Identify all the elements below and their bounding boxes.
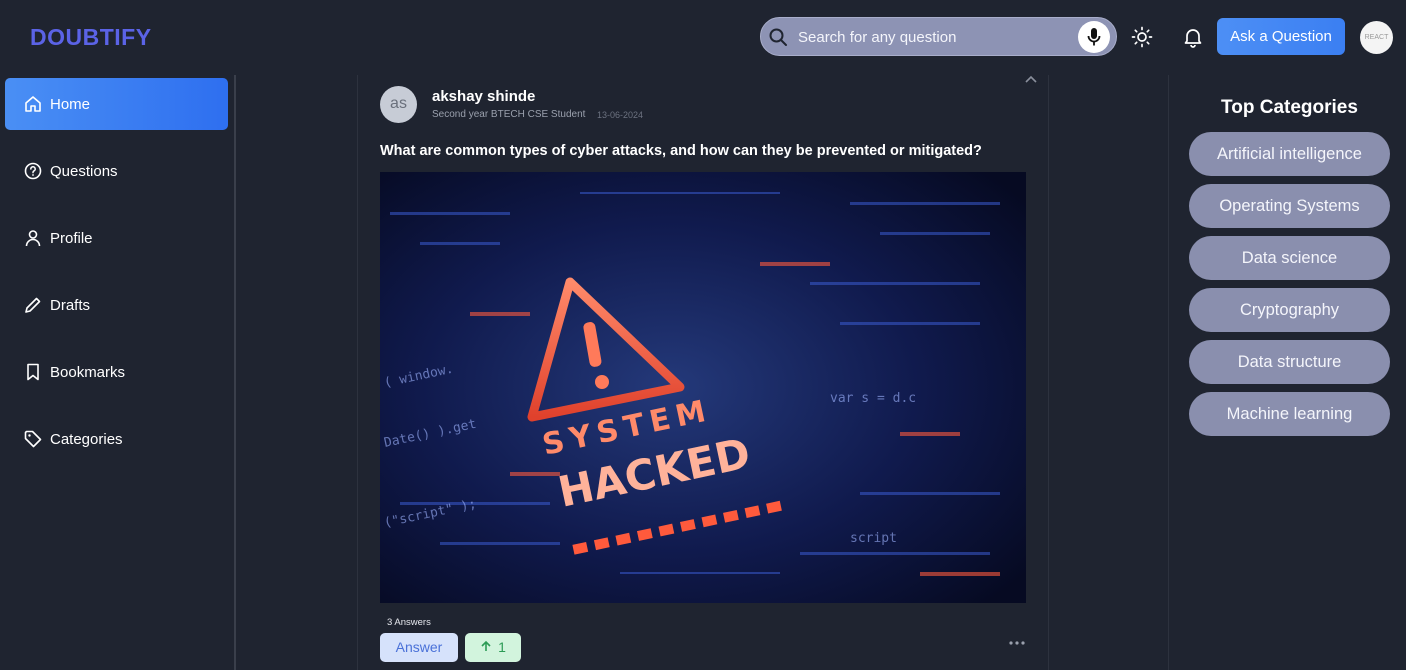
more-options-icon[interactable] <box>1008 638 1026 648</box>
divider <box>1168 75 1169 670</box>
theme-toggle-sun-icon[interactable] <box>1131 26 1153 48</box>
search-input[interactable]: Search for any question <box>798 29 956 46</box>
app-logo[interactable]: DOUBTIFY <box>30 24 152 51</box>
post-author-avatar[interactable]: as <box>380 86 417 123</box>
post-date: 13-06-2024 <box>597 110 644 120</box>
answer-button[interactable]: Answer <box>380 633 458 662</box>
sidebar-item-categories[interactable]: Categories <box>5 413 228 465</box>
sidebar-item-home[interactable]: Home <box>5 78 228 130</box>
question-circle-icon <box>24 162 42 180</box>
post-author-name[interactable]: akshay shinde <box>432 88 535 105</box>
arrow-up-icon <box>481 640 491 651</box>
pencil-icon <box>25 297 41 313</box>
category-pill[interactable]: Data science <box>1189 236 1390 280</box>
sidebar-item-label: Drafts <box>50 297 91 314</box>
sidebar-item-label: Categories <box>50 431 123 448</box>
bookmark-icon <box>27 363 39 381</box>
category-pill[interactable]: Operating Systems <box>1189 184 1390 228</box>
post-author-role: Second year BTECH CSE Student <box>432 109 586 120</box>
sidebar-item-drafts[interactable]: Drafts <box>5 279 228 331</box>
system-hacked-illustration: ( window. Date() ).get ("script" ); var … <box>380 172 1026 603</box>
top-header: DOUBTIFY Search for any question Ask a Q… <box>0 0 1406 75</box>
category-pill[interactable]: Data structure <box>1189 340 1390 384</box>
svg-text:script: script <box>850 531 897 546</box>
sidebar-item-label: Questions <box>50 163 118 180</box>
post-image: ( window. Date() ).get ("script" ); var … <box>380 172 1026 603</box>
answers-count[interactable]: 3 Answers <box>387 617 431 628</box>
ask-question-button[interactable]: Ask a Question <box>1217 18 1345 55</box>
user-avatar[interactable]: REACT <box>1360 21 1393 54</box>
search-icon <box>769 28 787 46</box>
sidebar-item-bookmarks[interactable]: Bookmarks <box>5 346 228 398</box>
upvote-button[interactable]: 1 <box>465 633 521 662</box>
post-question-title[interactable]: What are common types of cyber attacks, … <box>380 143 982 159</box>
user-icon <box>25 230 41 247</box>
tag-icon <box>24 430 42 448</box>
svg-text:var s = d.c: var s = d.c <box>830 391 916 406</box>
microphone-icon <box>1087 28 1101 46</box>
category-pill[interactable]: Machine learning <box>1189 392 1390 436</box>
voice-search-button[interactable] <box>1078 21 1110 53</box>
sidebar-item-label: Profile <box>50 230 93 247</box>
search-bar[interactable]: Search for any question <box>760 17 1117 56</box>
top-categories-title: Top Categories <box>1221 97 1358 118</box>
notification-bell-icon[interactable] <box>1182 26 1204 48</box>
sidebar-item-label: Home <box>50 96 91 113</box>
sidebar-item-label: Bookmarks <box>50 364 126 381</box>
home-icon <box>25 96 41 112</box>
sidebar-item-questions[interactable]: Questions <box>5 145 228 197</box>
sidebar: Home Questions Profile Drafts Bookmarks <box>0 75 236 670</box>
category-pill[interactable]: Cryptography <box>1189 288 1390 332</box>
category-pill[interactable]: Artificial intelligence <box>1189 132 1390 176</box>
sidebar-item-profile[interactable]: Profile <box>5 212 228 264</box>
upvote-count: 1 <box>498 639 506 655</box>
chevron-up-icon[interactable] <box>1024 74 1038 84</box>
